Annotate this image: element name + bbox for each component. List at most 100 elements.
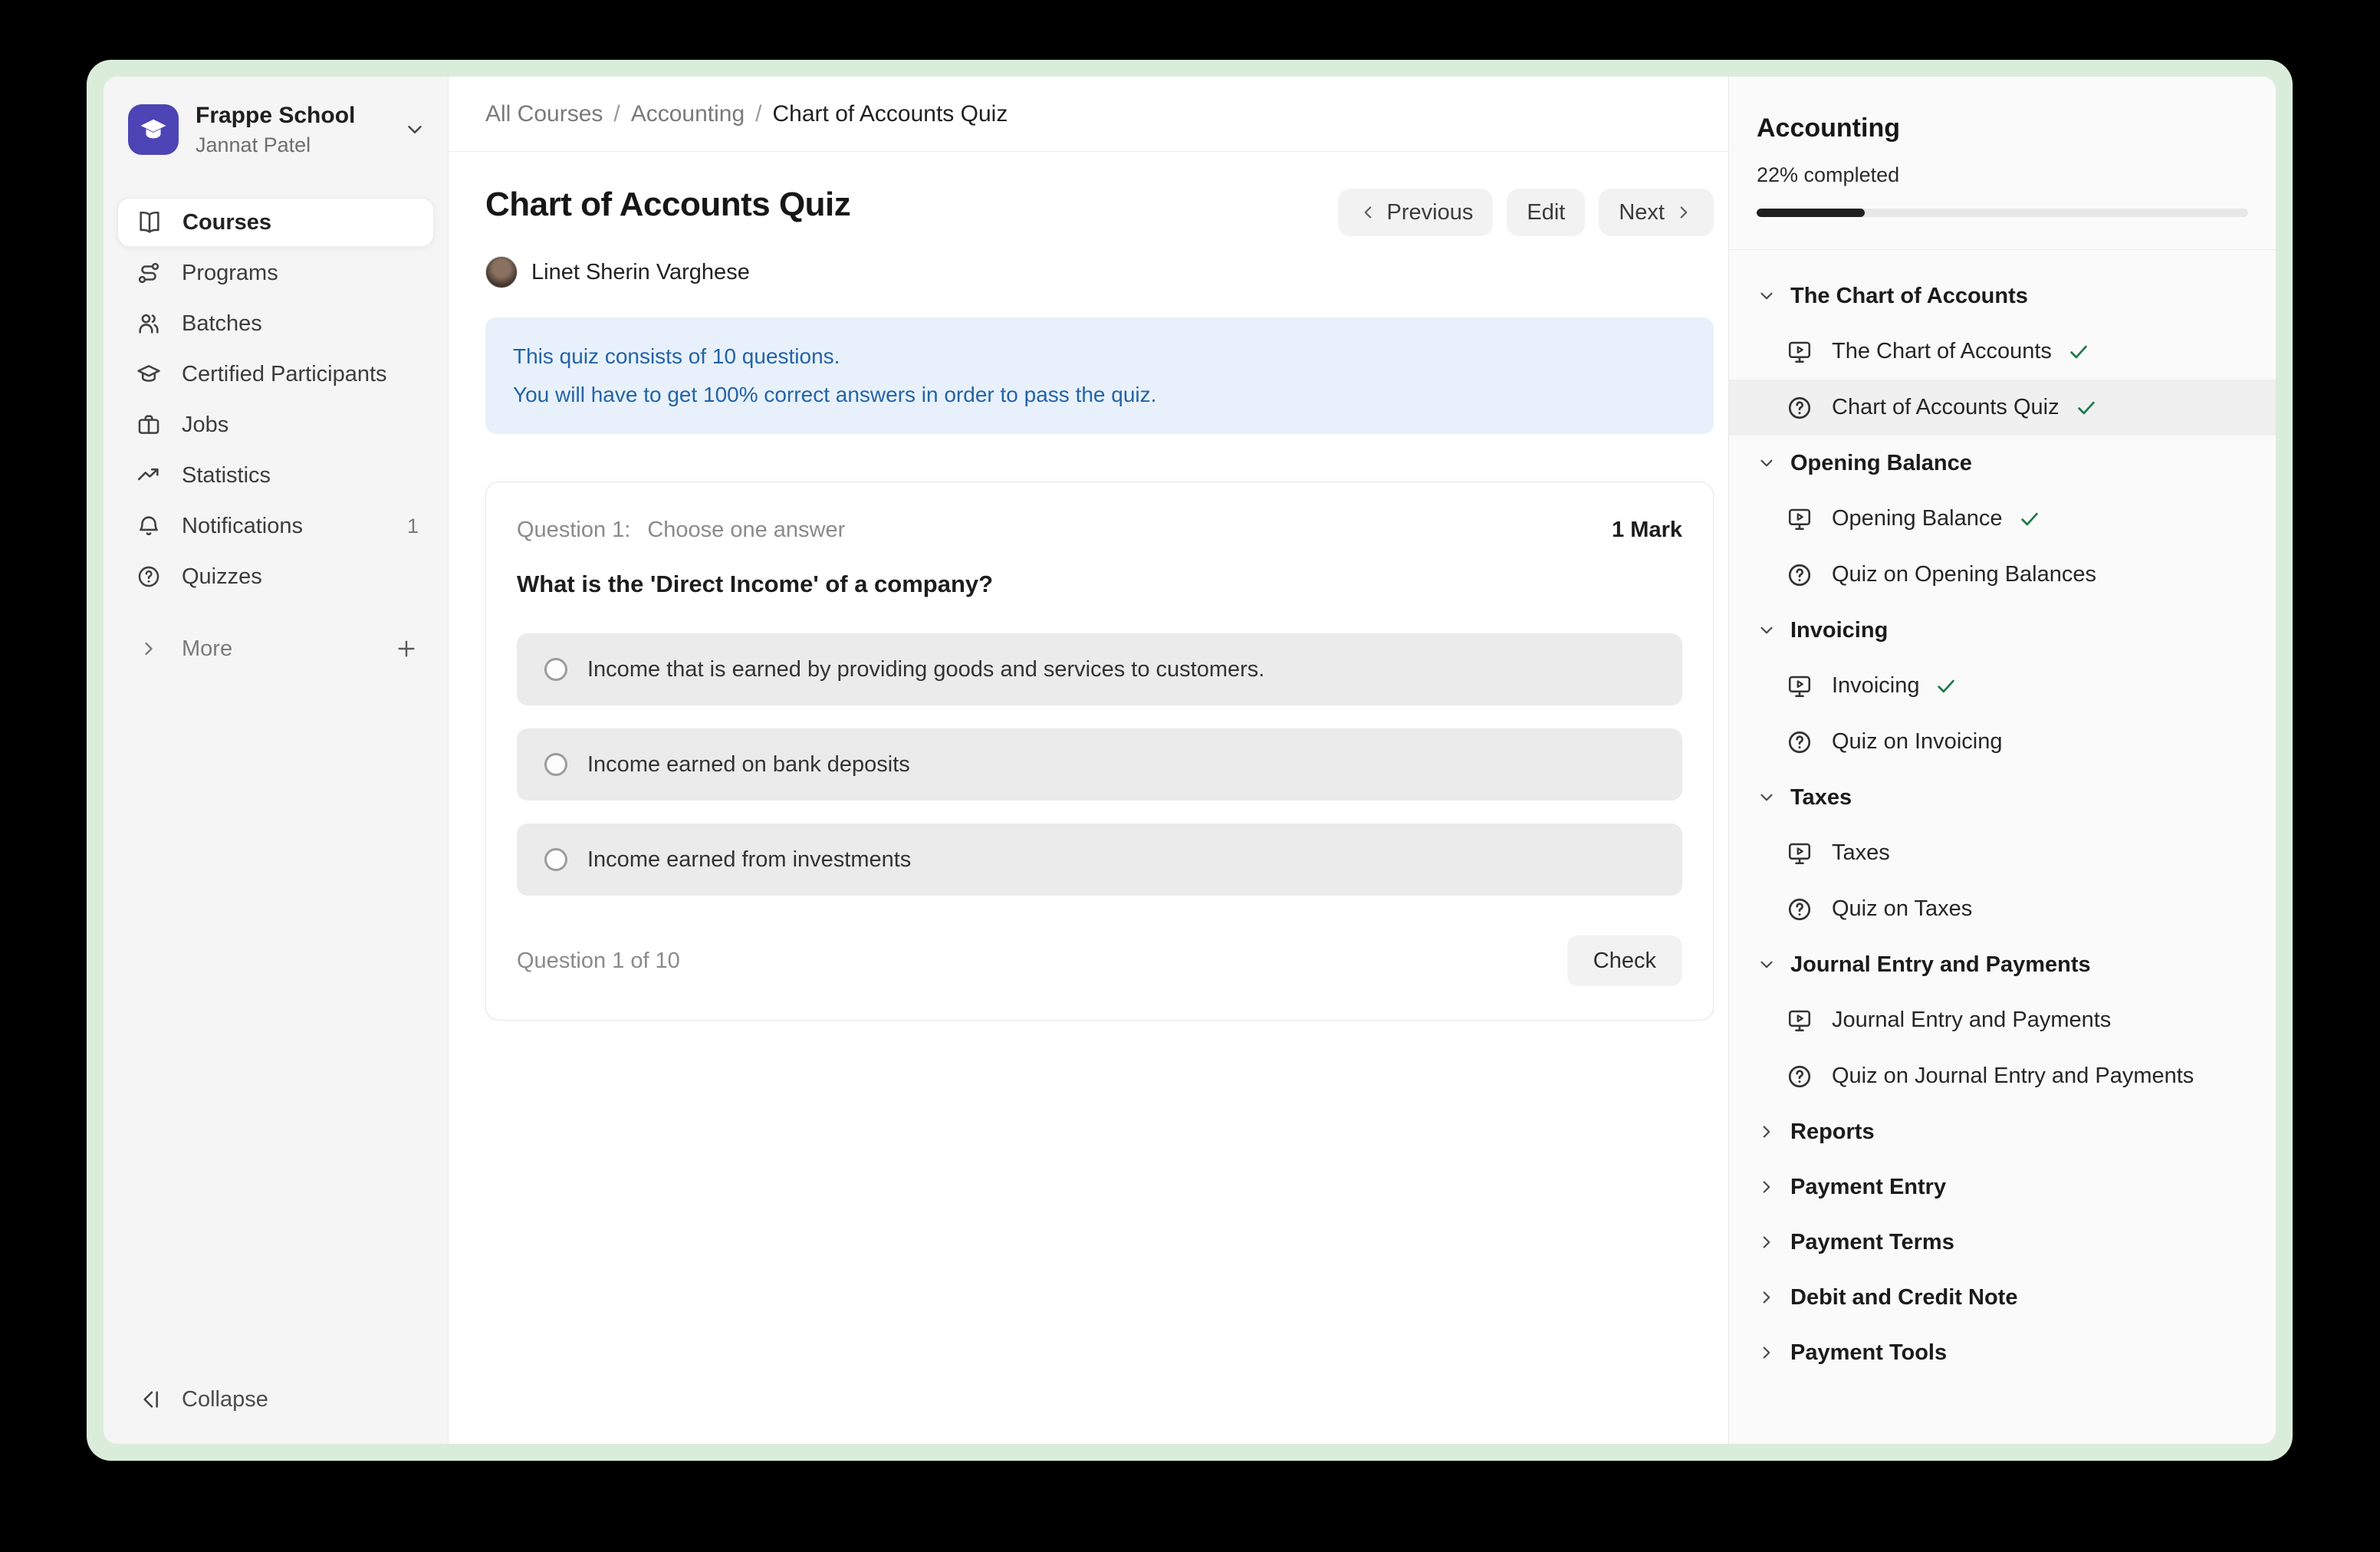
lesson-icon xyxy=(1786,840,1813,867)
app-window: Frappe School Jannat Patel Courses Progr… xyxy=(87,60,2293,1461)
outline-section-payment-terms[interactable]: Payment Terms xyxy=(1729,1215,2276,1270)
course-completion-label: 22% completed xyxy=(1757,163,2248,187)
chevron-right-icon xyxy=(1757,1232,1777,1252)
course-progress-fill xyxy=(1757,209,1865,217)
question-instruction: Choose one answer xyxy=(647,518,845,543)
author-avatar xyxy=(485,256,518,288)
check-icon xyxy=(2018,508,2041,531)
quiz-icon xyxy=(1786,561,1813,589)
breadcrumb-all-courses[interactable]: All Courses xyxy=(485,101,603,127)
quiz-icon xyxy=(1786,394,1813,422)
collapse-sidebar-button[interactable]: Collapse xyxy=(117,1378,434,1421)
outline-lesson-opening-balance[interactable]: Opening Balance xyxy=(1729,491,2276,547)
graduation-cap-icon xyxy=(136,361,162,387)
check-icon xyxy=(2075,396,2098,419)
breadcrumb: All Courses / Accounting / Chart of Acco… xyxy=(449,77,1728,152)
workspace-user: Jannat Patel xyxy=(196,132,355,158)
sidebar-item-quizzes[interactable]: Quizzes xyxy=(117,552,434,601)
chevron-down-icon xyxy=(1757,955,1777,975)
question-progress: Question 1 of 10 xyxy=(517,949,680,974)
outline-section-payment-entry[interactable]: Payment Entry xyxy=(1729,1159,2276,1215)
main-content: All Courses / Accounting / Chart of Acco… xyxy=(449,77,1728,1444)
chevron-down-icon[interactable] xyxy=(403,118,426,141)
chevron-right-icon xyxy=(1674,202,1694,222)
help-circle-icon xyxy=(136,564,162,590)
sidebar-item-notifications[interactable]: Notifications 1 xyxy=(117,501,434,551)
outline-section-taxes[interactable]: Taxes xyxy=(1729,770,2276,825)
briefcase-icon xyxy=(136,412,162,438)
outline-lesson-taxes[interactable]: Taxes xyxy=(1729,825,2276,881)
course-progress-bar xyxy=(1757,209,2248,217)
radio-button-icon[interactable] xyxy=(544,753,567,776)
chevron-right-icon xyxy=(1757,1177,1777,1197)
sidebar-item-statistics[interactable]: Statistics xyxy=(117,451,434,500)
outline-section-payment-tools[interactable]: Payment Tools xyxy=(1729,1325,2276,1380)
sidebar-item-certified-participants[interactable]: Certified Participants xyxy=(117,350,434,399)
quiz-icon xyxy=(1786,896,1813,923)
sidebar-item-batches[interactable]: Batches xyxy=(117,299,434,348)
edit-button[interactable]: Edit xyxy=(1507,189,1585,236)
previous-button[interactable]: Previous xyxy=(1338,189,1494,236)
question-number-label: Question 1: xyxy=(517,518,630,543)
author-row: Linet Sherin Varghese xyxy=(485,256,1691,288)
left-sidebar: Frappe School Jannat Patel Courses Progr… xyxy=(104,77,449,1444)
workspace-title: Frappe School xyxy=(196,101,355,130)
chevron-right-icon xyxy=(1757,1287,1777,1307)
check-button[interactable]: Check xyxy=(1567,935,1682,986)
quiz-card: Question 1: Choose one answer 1 Mark Wha… xyxy=(485,482,1714,1021)
next-button[interactable]: Next xyxy=(1599,189,1714,236)
breadcrumb-accounting[interactable]: Accounting xyxy=(631,101,745,127)
question-text: What is the 'Direct Income' of a company… xyxy=(517,570,1682,598)
users-icon xyxy=(136,311,162,337)
outline-quiz-on-journal-entry-and-payments[interactable]: Quiz on Journal Entry and Payments xyxy=(1729,1048,2276,1104)
answer-option-1[interactable]: Income that is earned by providing goods… xyxy=(517,633,1682,705)
sidebar-item-jobs[interactable]: Jobs xyxy=(117,400,434,449)
chevron-down-icon xyxy=(1757,453,1777,473)
outline-quiz-on-taxes[interactable]: Quiz on Taxes xyxy=(1729,881,2276,937)
sidebar-item-programs[interactable]: Programs xyxy=(117,248,434,298)
chevron-down-icon xyxy=(1757,620,1777,640)
outline-quiz-chart-of-accounts-quiz[interactable]: Chart of Accounts Quiz xyxy=(1729,380,2276,436)
lesson-icon xyxy=(1786,505,1813,533)
outline-quiz-on-invoicing[interactable]: Quiz on Invoicing xyxy=(1729,714,2276,770)
chevron-right-icon xyxy=(136,636,162,662)
workspace-switcher[interactable]: Frappe School Jannat Patel xyxy=(117,97,434,163)
sidebar-nav: Courses Programs Batches Certified Parti… xyxy=(117,198,434,673)
notice-line-2: You will have to get 100% correct answer… xyxy=(513,376,1686,414)
sidebar-item-more[interactable]: More xyxy=(117,624,434,673)
lesson-icon xyxy=(1786,672,1813,700)
collapse-icon xyxy=(136,1386,162,1412)
sidebar-item-courses[interactable]: Courses xyxy=(117,198,434,247)
route-icon xyxy=(136,260,162,286)
lesson-icon xyxy=(1786,1007,1813,1034)
breadcrumb-current: Chart of Accounts Quiz xyxy=(773,101,1008,127)
radio-button-icon[interactable] xyxy=(544,658,567,681)
chevron-right-icon xyxy=(1757,1122,1777,1142)
answer-options: Income that is earned by providing goods… xyxy=(517,633,1682,896)
chevron-left-icon xyxy=(1358,202,1378,222)
radio-button-icon[interactable] xyxy=(544,848,567,871)
outline-section-opening-balance[interactable]: Opening Balance xyxy=(1729,436,2276,491)
outline-section-debit-and-credit-note[interactable]: Debit and Credit Note xyxy=(1729,1270,2276,1325)
check-icon xyxy=(1935,675,1958,698)
outline-lesson-journal-entry-and-payments[interactable]: Journal Entry and Payments xyxy=(1729,992,2276,1048)
outline-section-reports[interactable]: Reports xyxy=(1729,1104,2276,1159)
quiz-icon xyxy=(1786,1063,1813,1090)
notifications-count: 1 xyxy=(407,515,419,538)
course-outline: The Chart of Accounts The Chart of Accou… xyxy=(1729,250,2276,1396)
course-title: Accounting xyxy=(1757,113,2248,143)
outline-lesson-the-chart-of-accounts[interactable]: The Chart of Accounts xyxy=(1729,324,2276,380)
answer-option-2[interactable]: Income earned on bank deposits xyxy=(517,728,1682,801)
add-icon[interactable] xyxy=(394,636,419,661)
sidebar-spacer xyxy=(117,673,434,1378)
outline-section-journal-entry-and-payments[interactable]: Journal Entry and Payments xyxy=(1729,937,2276,992)
chevron-down-icon xyxy=(1757,788,1777,807)
outline-quiz-on-opening-balances[interactable]: Quiz on Opening Balances xyxy=(1729,547,2276,603)
course-panel-header: Accounting 22% completed xyxy=(1729,77,2276,250)
outline-section-chart-of-accounts[interactable]: The Chart of Accounts xyxy=(1729,268,2276,324)
outline-section-invoicing[interactable]: Invoicing xyxy=(1729,603,2276,658)
outline-lesson-invoicing[interactable]: Invoicing xyxy=(1729,658,2276,714)
quiz-icon xyxy=(1786,728,1813,756)
answer-option-3[interactable]: Income earned from investments xyxy=(517,824,1682,896)
question-marks: 1 Mark xyxy=(1612,518,1682,543)
